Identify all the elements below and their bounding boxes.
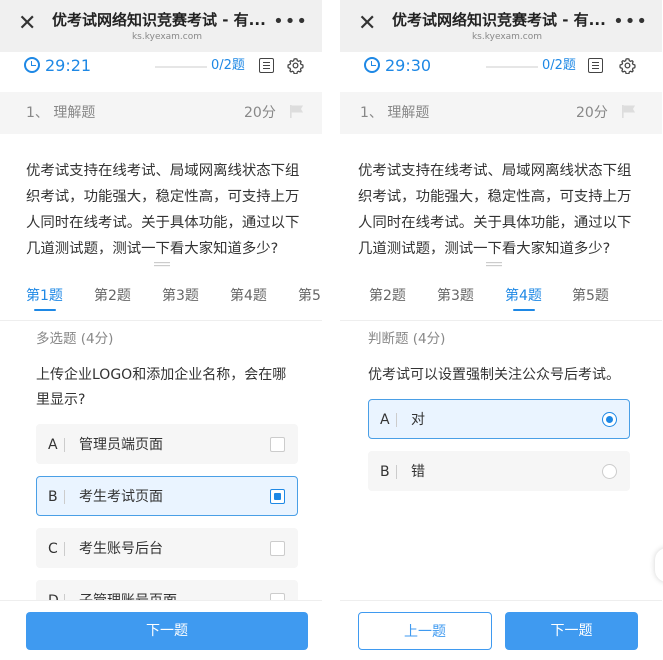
tab-question-4[interactable]: 第4题	[230, 286, 267, 306]
option-divider	[396, 465, 397, 479]
drag-handle[interactable]	[134, 256, 190, 270]
clock-icon	[364, 57, 380, 73]
drag-handle[interactable]	[466, 256, 522, 270]
option-divider	[396, 413, 397, 427]
flag-icon[interactable]	[621, 104, 637, 119]
option-divider	[64, 490, 65, 504]
question-text: 上传企业LOGO和添加企业名称，会在哪里显示?	[36, 367, 287, 408]
progress-bar	[486, 66, 538, 68]
more-icon[interactable]: •••	[613, 12, 648, 32]
next-question-button[interactable]: 下一题	[505, 612, 638, 650]
countdown-timer: 29:30	[385, 56, 432, 75]
close-icon[interactable]: ✕	[18, 11, 36, 37]
tab-question-3[interactable]: 第3题	[162, 286, 199, 306]
option-letter: B	[380, 464, 390, 480]
radio-checked-icon[interactable]	[602, 412, 617, 427]
option-b[interactable]: B 考生考试页面	[36, 476, 298, 516]
active-tab-indicator	[34, 309, 56, 311]
countdown-timer: 29:21	[45, 56, 92, 75]
section-score: 20分	[576, 105, 608, 121]
option-divider	[64, 438, 65, 452]
gear-icon[interactable]	[619, 57, 636, 74]
option-text: 考生账号后台	[79, 541, 163, 557]
floating-side-button[interactable]	[655, 548, 663, 582]
tab-question-5[interactable]: 第5题	[572, 286, 609, 306]
prev-question-button[interactable]: 上一题	[358, 612, 492, 650]
page-title: 优考试网络知识竞赛考试 - 有...	[52, 11, 266, 29]
option-a[interactable]: A 对	[368, 399, 630, 439]
option-b[interactable]: B 错	[368, 451, 630, 491]
option-divider	[64, 542, 65, 556]
screen-question-4: ✕ 优考试网络知识竞赛考试 - 有... ks.kyexam.com ••• 2…	[340, 0, 662, 660]
more-icon[interactable]: •••	[273, 12, 308, 32]
tab-question-1[interactable]: 第1题	[26, 286, 63, 306]
option-a[interactable]: A 管理员端页面	[36, 424, 298, 464]
section-intro: 优考试支持在线考试、局域网离线状态下组织考试，功能强大，稳定性高，可支持上万人同…	[358, 163, 632, 257]
active-tab-indicator	[513, 309, 535, 311]
option-text: 考生考试页面	[79, 489, 163, 505]
option-c[interactable]: C 考生账号后台	[36, 528, 298, 568]
progress-count: 0/2题	[542, 58, 576, 73]
section-score: 20分	[244, 105, 276, 121]
progress-count: 0/2题	[211, 58, 245, 73]
page-domain: ks.kyexam.com	[131, 32, 203, 42]
section-title: 1、 理解题	[360, 105, 430, 121]
progress-bar	[155, 66, 207, 68]
screen-question-1: ✕ 优考试网络知识竞赛考试 - 有... ks.kyexam.com ••• 2…	[0, 0, 322, 660]
tab-question-5[interactable]: 第5	[298, 286, 321, 306]
question-type: 多选题 (4分)	[36, 331, 114, 347]
answer-card-icon[interactable]	[259, 58, 274, 73]
question-text: 优考试可以设置强制关注公众号后考试。	[368, 367, 620, 383]
option-text: 错	[411, 464, 425, 480]
flag-icon[interactable]	[289, 104, 305, 119]
section-intro: 优考试支持在线考试、局域网离线状态下组织考试，功能强大，稳定性高，可支持上万人同…	[26, 163, 300, 257]
page-domain: ks.kyexam.com	[471, 32, 543, 42]
option-letter: C	[48, 541, 58, 557]
page-title: 优考试网络知识竞赛考试 - 有...	[392, 11, 606, 29]
tab-question-4[interactable]: 第4题	[505, 286, 542, 306]
checkbox-checked-icon[interactable]	[270, 489, 285, 504]
option-text: 管理员端页面	[79, 437, 163, 453]
checkbox-icon[interactable]	[270, 541, 285, 556]
tab-question-3[interactable]: 第3题	[437, 286, 474, 306]
checkbox-icon[interactable]	[270, 437, 285, 452]
close-icon[interactable]: ✕	[358, 11, 376, 37]
question-type: 判断题 (4分)	[368, 331, 446, 347]
option-letter: A	[380, 412, 390, 428]
section-title: 1、 理解题	[26, 105, 96, 121]
gear-icon[interactable]	[287, 57, 304, 74]
radio-icon[interactable]	[602, 464, 617, 479]
tab-question-2[interactable]: 第2题	[94, 286, 131, 306]
answer-card-icon[interactable]	[588, 58, 603, 73]
option-letter: B	[48, 489, 58, 505]
clock-icon	[24, 57, 40, 73]
next-question-button[interactable]: 下一题	[26, 612, 308, 650]
option-text: 对	[411, 412, 425, 428]
option-letter: A	[48, 437, 58, 453]
tab-question-2[interactable]: 第2题	[369, 286, 406, 306]
